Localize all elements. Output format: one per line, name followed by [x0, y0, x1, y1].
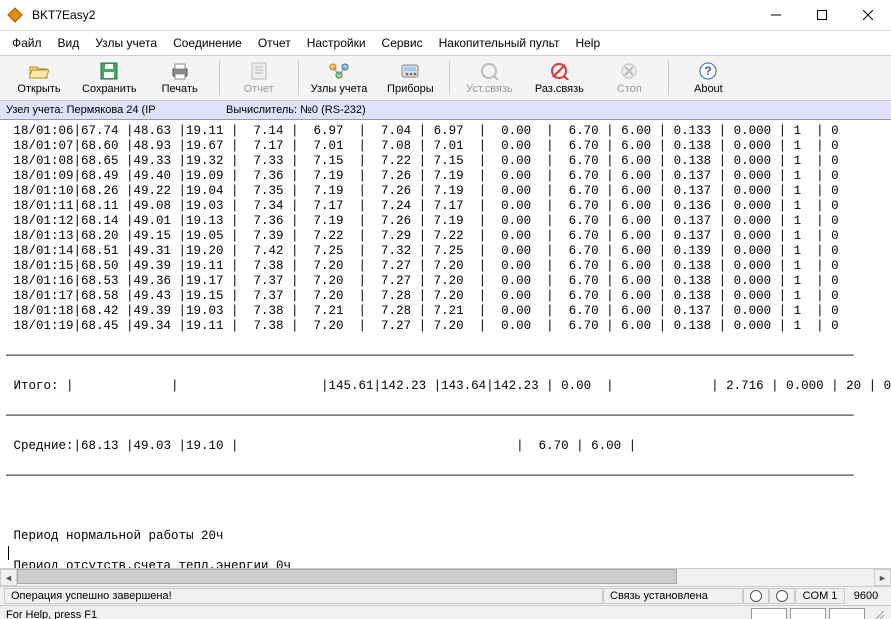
- devices-label: Приборы: [387, 82, 434, 96]
- data-row: 18/01:09|68.49 |49.40 |19.09 | 7.36 | 7.…: [6, 169, 885, 184]
- menu-file[interactable]: Файл: [6, 34, 48, 52]
- report-label: Отчет: [244, 82, 274, 96]
- nodes-label: Узлы учета: [311, 82, 368, 96]
- app-icon: [0, 7, 30, 23]
- text-caret: [8, 546, 9, 560]
- toolbar: Открыть Сохранить Печать Отчет Узлы учет…: [0, 55, 891, 101]
- window-titlebar: BKT7Easy2: [0, 0, 891, 31]
- question-icon: ?: [699, 60, 717, 82]
- totals-row: Итого: | | |145.61|142.23 |143.64|142.23…: [6, 379, 885, 394]
- report-text-area[interactable]: 18/01:06|67.74 |48.63 |19.11 | 7.14 | 6.…: [0, 120, 891, 568]
- connect-label: Уст.связь: [466, 82, 513, 96]
- data-row: 18/01:06|67.74 |48.63 |19.11 | 7.14 | 6.…: [6, 124, 885, 139]
- floppy-icon: [100, 60, 118, 82]
- save-button[interactable]: Сохранить: [74, 55, 145, 101]
- data-row: 18/01:12|68.14 |49.01 |19.13 | 7.36 | 7.…: [6, 214, 885, 229]
- connect-button: Уст.связь: [454, 55, 524, 101]
- close-button[interactable]: [845, 0, 891, 30]
- connection-status: Связь установлена: [603, 588, 743, 604]
- status-message: Операция успешно завершена!: [4, 588, 603, 604]
- menu-pult[interactable]: Накопительный пульт: [433, 34, 566, 52]
- data-row: 18/01:10|68.26 |49.22 |19.04 | 7.35 | 7.…: [6, 184, 885, 199]
- open-label: Открыть: [17, 82, 60, 96]
- menu-view[interactable]: Вид: [52, 34, 86, 52]
- nodes-button[interactable]: Узлы учета: [303, 55, 376, 101]
- status-led-1: [743, 588, 769, 604]
- status-led-2: [769, 588, 795, 604]
- menu-settings[interactable]: Настройки: [301, 34, 372, 52]
- menu-help[interactable]: Help: [569, 34, 606, 52]
- report-button: Отчет: [224, 55, 294, 101]
- about-button[interactable]: ? About: [673, 55, 743, 101]
- toolbar-separator: [668, 61, 669, 95]
- devices-icon: [400, 60, 420, 82]
- data-row: 18/01:13|68.20 |49.15 |19.05 | 7.39 | 7.…: [6, 229, 885, 244]
- toolbar-separator: [298, 61, 299, 95]
- status-box: [829, 608, 865, 619]
- horizontal-scrollbar[interactable]: ◄ ►: [0, 568, 891, 586]
- stop-button: Стоп: [594, 55, 664, 101]
- data-row: 18/01:11|68.11 |49.08 |19.03 | 7.34 | 7.…: [6, 199, 885, 214]
- folder-open-icon: [29, 60, 49, 82]
- com-port-label: COM 1: [795, 588, 845, 604]
- save-label: Сохранить: [82, 82, 137, 96]
- calculator-label: Вычислитель: №0 (RS-232): [226, 104, 366, 116]
- disconnect-button[interactable]: Раз.связь: [524, 55, 594, 101]
- status-box: [790, 608, 826, 619]
- data-row: 18/01:19|68.45 |49.34 |19.11 | 7.38 | 7.…: [6, 319, 885, 334]
- maximize-button[interactable]: [799, 0, 845, 30]
- scroll-left-button[interactable]: ◄: [0, 569, 17, 586]
- menu-nodes[interactable]: Узлы учета: [89, 34, 163, 52]
- menu-connection[interactable]: Соединение: [167, 34, 248, 52]
- footer-normal-period: Период нормальной работы 20ч: [6, 529, 885, 544]
- info-bar: Узел учета: Пермякова 24 (IP Вычислитель…: [0, 101, 891, 120]
- minimize-button[interactable]: [753, 0, 799, 30]
- open-button[interactable]: Открыть: [4, 55, 74, 101]
- nodes-icon: [328, 60, 350, 82]
- data-row: 18/01:15|68.50 |49.39 |19.11 | 7.38 | 7.…: [6, 259, 885, 274]
- baud-rate-label: 9600: [845, 588, 887, 604]
- node-label: Узел учета: Пермякова 24 (IP: [6, 104, 226, 116]
- scrollbar-track[interactable]: [17, 569, 874, 586]
- devices-button[interactable]: Приборы: [375, 55, 445, 101]
- data-row: 18/01:08|68.65 |49.33 |19.32 | 7.33 | 7.…: [6, 154, 885, 169]
- data-row: 18/01:16|68.53 |49.36 |19.17 | 7.37 | 7.…: [6, 274, 885, 289]
- data-row: 18/01:14|68.51 |49.31 |19.20 | 7.42 | 7.…: [6, 244, 885, 259]
- toolbar-separator: [219, 61, 220, 95]
- scrollbar-thumb[interactable]: [17, 569, 677, 584]
- status-bar: Операция успешно завершена! Связь устано…: [0, 586, 891, 605]
- print-button[interactable]: Печать: [145, 55, 215, 101]
- menu-report[interactable]: Отчет: [252, 34, 297, 52]
- data-row: 18/01:07|68.60 |48.93 |19.67 | 7.17 | 7.…: [6, 139, 885, 154]
- report-icon: [250, 60, 268, 82]
- footer-no-count-period: Период отсутств.счета тепл.энергии 0ч: [6, 559, 885, 568]
- printer-icon: [170, 60, 190, 82]
- disconnect-icon: [549, 60, 569, 82]
- help-hint: For Help, press F1: [6, 609, 748, 619]
- scroll-right-button[interactable]: ►: [874, 569, 891, 586]
- disconnect-label: Раз.связь: [535, 82, 584, 96]
- data-row: 18/01:18|68.42 |49.39 |19.03 | 7.38 | 7.…: [6, 304, 885, 319]
- status-box: [751, 608, 787, 619]
- toolbar-separator: [449, 61, 450, 95]
- stop-icon: [620, 60, 638, 82]
- averages-row: Средние:|68.13 |49.03 |19.10 | | 6.70 | …: [6, 439, 885, 454]
- svg-text:?: ?: [705, 64, 712, 78]
- data-row: 18/01:17|68.58 |49.43 |19.15 | 7.37 | 7.…: [6, 289, 885, 304]
- stop-label: Стоп: [617, 82, 642, 96]
- resize-grip-icon[interactable]: [869, 607, 885, 619]
- window-title: BKT7Easy2: [30, 8, 753, 22]
- help-status-bar: For Help, press F1: [0, 605, 891, 619]
- about-label: About: [694, 82, 723, 96]
- menu-service[interactable]: Сервис: [376, 34, 429, 52]
- menubar: Файл Вид Узлы учета Соединение Отчет Нас…: [0, 31, 891, 55]
- connect-icon: [479, 60, 499, 82]
- print-label: Печать: [162, 82, 198, 96]
